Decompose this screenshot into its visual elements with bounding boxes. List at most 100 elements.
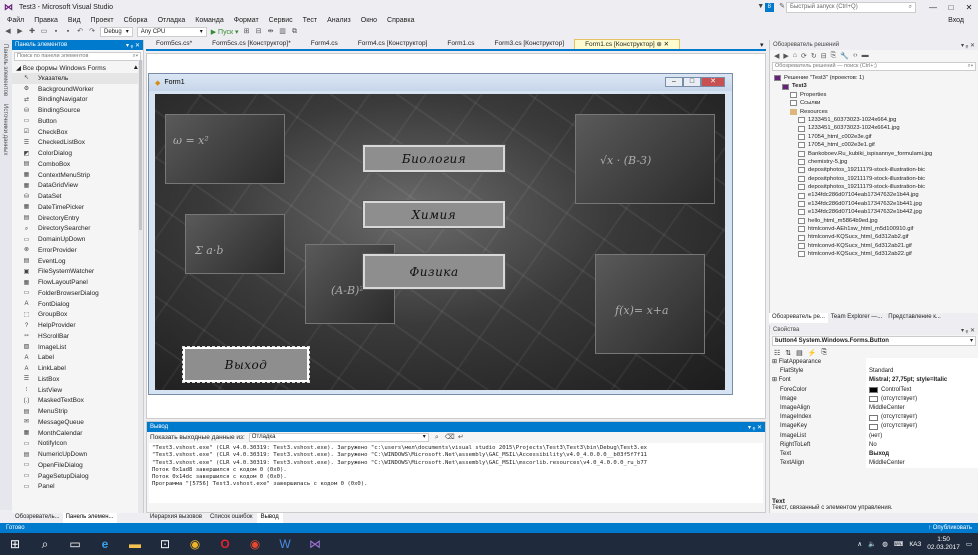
menu-item[interactable]: Файл xyxy=(2,17,29,24)
save-all-icon[interactable]: ▪ xyxy=(64,28,72,36)
solution-tree-item[interactable]: Resources xyxy=(770,108,978,116)
collapse-all-icon[interactable]: ⊟ xyxy=(821,52,827,60)
toolbox-scrollbar[interactable] xyxy=(138,60,143,513)
toolbox-item[interactable]: ▭ PageSetupDialog xyxy=(12,471,143,482)
toolbox-item[interactable]: ▦ ContextMenuStrip xyxy=(12,170,143,181)
open-icon[interactable]: ▭ xyxy=(40,28,48,36)
toolbox-item[interactable]: ◩ ColorDialog xyxy=(12,148,143,159)
solution-tree-item[interactable]: depositphotos_19211179-stock-illustratio… xyxy=(770,166,978,174)
minimize-button[interactable]: — xyxy=(924,3,942,12)
property-value[interactable]: ControlText xyxy=(866,385,978,395)
edge-browser-icon[interactable]: e xyxy=(90,533,120,555)
property-value[interactable]: (отсутствует) xyxy=(866,422,978,432)
layout-icon[interactable]: ⊟ xyxy=(255,28,263,36)
toolbox-bottom-tab[interactable]: Обозреватель... xyxy=(12,513,63,523)
toolbox-item[interactable]: ▭ Button xyxy=(12,116,143,127)
toolbox-item[interactable]: ? HelpProvider xyxy=(12,320,143,331)
property-value[interactable]: No xyxy=(866,440,978,450)
toolbox-item[interactable]: ⊗ ErrorProvider xyxy=(12,245,143,256)
volume-icon[interactable]: 🔈 xyxy=(868,540,876,548)
sync-icon[interactable]: ⟳ xyxy=(801,52,807,60)
tab-overflow-icon[interactable]: ▾ xyxy=(760,41,764,49)
menu-item[interactable]: Окно xyxy=(356,17,382,24)
properties-icon[interactable]: 🔧 xyxy=(840,52,849,60)
align-icon[interactable]: ⊞ xyxy=(243,28,251,36)
toolbox-item[interactable]: ▭ Panel xyxy=(12,482,143,493)
file-explorer-icon[interactable]: ▬ xyxy=(120,533,150,555)
undo-icon[interactable]: ↶ xyxy=(76,28,84,36)
categorized-icon[interactable]: ☷ xyxy=(774,349,780,357)
form-minimize-button[interactable]: – xyxy=(665,77,683,87)
toolbox-item[interactable]: ▤ DirectoryEntry xyxy=(12,213,143,224)
side-tab[interactable]: Источники данных xyxy=(0,100,10,159)
property-row[interactable]: ImageKey (отсутствует) xyxy=(770,422,978,432)
solution-bottom-tab[interactable]: Обозреватель ре... xyxy=(769,313,828,323)
start-icon[interactable]: ⊞ xyxy=(0,533,30,555)
chevron-up-icon[interactable]: ∧ xyxy=(857,540,862,548)
chrome-icon[interactable]: ◉ xyxy=(180,533,210,555)
toolbox-item[interactable]: ▨ ImageList xyxy=(12,342,143,353)
solution-tree-item[interactable]: Решение "Test3" (проектов: 1) xyxy=(770,74,978,82)
close-button[interactable]: ✕ xyxy=(960,3,978,12)
solution-tree-item[interactable]: htmlconvd-KQSucx_html_6d312ab2.gif xyxy=(770,233,978,241)
store-icon[interactable]: ⊡ xyxy=(150,533,180,555)
document-tab[interactable]: Form5cs.cs [Конструктор]* xyxy=(202,39,301,49)
document-tab[interactable]: Form1.cs [Конструктор] ⊕ ✕ xyxy=(574,39,681,49)
solution-tree-item[interactable]: e134fdc286d07104eab17347632e1b442.jpg xyxy=(770,208,978,216)
menu-item[interactable]: Анализ xyxy=(322,17,356,24)
toolbox-item[interactable]: ▤ EventLog xyxy=(12,256,143,267)
spacing-icon[interactable]: ⇹ xyxy=(267,28,275,36)
solution-tree-item[interactable]: chemistry-5.jpg xyxy=(770,158,978,166)
word-wrap-icon[interactable]: ↵ xyxy=(457,434,465,442)
publish-button[interactable]: ↑ Опубликовать xyxy=(928,525,972,531)
size-icon[interactable]: ▥ xyxy=(279,28,287,36)
find-icon[interactable]: ⌕ xyxy=(433,434,441,442)
toolbox-item[interactable]: ✉ MessageQueue xyxy=(12,417,143,428)
configuration-select[interactable]: Debug ▾ xyxy=(100,27,133,37)
toolbox-item[interactable]: A Label xyxy=(12,353,143,364)
form-close-button[interactable]: ✕ xyxy=(701,77,725,87)
task-view-icon[interactable]: ▭ xyxy=(60,533,90,555)
property-row[interactable]: ImageAlign MiddleCenter xyxy=(770,403,978,414)
output-bottom-tab[interactable]: Иерархия вызовов xyxy=(146,513,206,523)
output-bottom-tab[interactable]: Список ошибок xyxy=(206,513,257,523)
order-icon[interactable]: ⧉ xyxy=(291,28,299,36)
solution-tree-item[interactable]: 1233451_60373023-1024x6641.jpg xyxy=(770,124,978,132)
menu-item[interactable]: Вид xyxy=(63,17,86,24)
solution-tree-item[interactable]: Bankoboev.Ru_kubiki_ispisannye_formulami… xyxy=(770,150,978,158)
menu-item[interactable]: Правка xyxy=(29,17,63,24)
solution-tree-item[interactable]: Properties xyxy=(770,91,978,99)
keyboard-icon[interactable]: ⌨ xyxy=(894,540,903,548)
network-icon[interactable]: ◍ xyxy=(882,540,888,548)
language-indicator[interactable]: КАЗ xyxy=(909,541,921,548)
toolbox-search-input[interactable]: Поиск по панели элементов ⌕▾ xyxy=(14,52,141,61)
solution-tree-item[interactable]: Test3 xyxy=(770,82,978,90)
toolbox-item[interactable]: ☰ CheckedListBox xyxy=(12,138,143,149)
clock[interactable]: 1:50 02.03.2017 xyxy=(927,536,960,552)
opera-icon[interactable]: O xyxy=(210,533,240,555)
toolbox-item[interactable]: ▦ FlowLayoutPanel xyxy=(12,277,143,288)
toolbox-item[interactable]: ⚙ BackgroundWorker xyxy=(12,84,143,95)
solution-tree-item[interactable]: 1233451_60373023-1024x664.jpg xyxy=(770,116,978,124)
filter-icon[interactable]: ▼ xyxy=(757,3,765,11)
chromium-icon[interactable]: ◉ xyxy=(240,533,270,555)
solution-tree-item[interactable]: htmlconvd-KQSucx_html_6d312ab21.gif xyxy=(770,242,978,250)
property-value[interactable]: Mistral; 27,75pt; style=Italic xyxy=(866,376,978,386)
property-row[interactable]: ForeColor ControlText xyxy=(770,385,978,395)
property-value[interactable]: (нет) xyxy=(866,431,978,441)
document-tab[interactable]: Form3.cs [Конструктор] xyxy=(484,39,574,49)
document-tab[interactable]: Form4.cs [Конструктор] xyxy=(348,39,438,49)
toolbox-item[interactable]: ▦ DateTimePicker xyxy=(12,202,143,213)
physics-button[interactable]: Физика xyxy=(362,253,506,290)
toolbox-item[interactable]: ⬚ GroupBox xyxy=(12,310,143,321)
feedback-icon[interactable]: ✎ xyxy=(778,3,786,11)
property-value[interactable]: MiddleCenter xyxy=(866,459,978,469)
menu-item[interactable]: Команда xyxy=(190,17,229,24)
form-window[interactable]: ◆ Form1 – □ ✕ ω = x² (A-B)² √x · (B-3) f… xyxy=(148,73,733,395)
toolbox-group-header[interactable]: ◢ Все формы Windows Forms ▲ xyxy=(12,63,143,73)
property-value[interactable]: MiddleCenter xyxy=(866,403,978,414)
panel-pin-icon[interactable]: ▾ ᵩ ✕ xyxy=(126,42,140,49)
toolbox-item[interactable]: ▦ DataGridView xyxy=(12,181,143,192)
property-value[interactable]: (отсутствует) xyxy=(866,413,978,423)
document-tab[interactable]: Form1.cs xyxy=(437,39,484,49)
